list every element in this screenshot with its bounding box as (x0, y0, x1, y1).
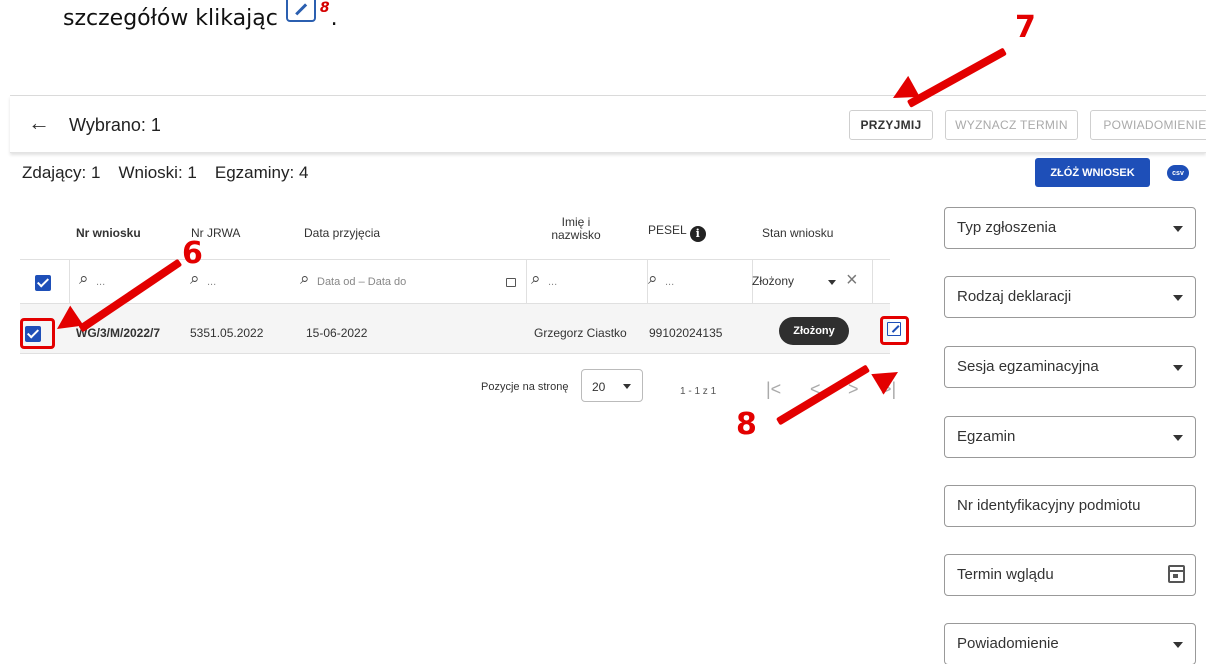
column-divider (69, 259, 70, 304)
header-pesel-label: PESEL (648, 223, 687, 237)
filter-exam-label: Egzamin (957, 428, 1016, 445)
exams-count: Egzaminy: 4 (214, 163, 309, 182)
doc-instruction-text: szczegółów klikając 8 . (63, 0, 338, 44)
selection-title: Wybrano: 1 (69, 115, 161, 135)
doc-text: szczegółów klikając (63, 6, 278, 31)
back-arrow-icon[interactable]: ← (28, 112, 52, 136)
doc-period: . (330, 6, 338, 31)
per-page-value: 20 (592, 380, 606, 394)
app-window: ← Wybrano: 1 PRZYJMIJ WYZNACZ TERMIN POW… (10, 95, 1206, 664)
info-icon[interactable]: i (689, 226, 706, 242)
row-date: 15-06-2022 (306, 326, 368, 340)
row-jrwa: 5351.05.2022 (190, 326, 264, 340)
submit-application-button[interactable]: ZŁÓŻ WNIOSEK (1035, 158, 1150, 187)
filter-entity-id-label: Nr identyfikacyjny podmiotu (957, 497, 1141, 514)
chevron-down-icon (623, 384, 631, 389)
pagination-range: 1 - 1 z 1 (680, 386, 717, 397)
filter-review-date-label: Termin wglądu (957, 566, 1054, 583)
chevron-down-icon (1173, 365, 1183, 371)
chevron-down-icon (1173, 295, 1183, 301)
notify-button[interactable]: POWIADOMIENIE (1090, 110, 1206, 140)
nr-filter-input[interactable]: ... (96, 276, 105, 288)
summary-counts: Zdający: 1 Wnioski: 1 Egzaminy: 4 (22, 163, 308, 183)
first-page-icon[interactable]: |< (766, 379, 781, 400)
filter-type-label: Typ zgłoszenia (957, 219, 1057, 236)
chevron-down-icon[interactable] (828, 280, 836, 285)
header-status[interactable]: Stan wniosku (762, 226, 833, 240)
select-all-checkbox[interactable] (35, 275, 51, 291)
clear-icon[interactable]: × (846, 269, 858, 292)
filter-notification-select[interactable]: Powiadomienie (944, 623, 1196, 664)
accept-button[interactable]: PRZYJMIJ (849, 110, 933, 140)
filter-entity-id-input[interactable]: Nr identyfikacyjny podmiotu (944, 485, 1196, 527)
header-nr[interactable]: Nr wniosku (76, 226, 141, 240)
selection-toolbar: ← Wybrano: 1 PRZYJMIJ WYZNACZ TERMIN POW… (10, 96, 1206, 153)
header-pesel[interactable]: PESEL i (648, 223, 706, 242)
calendar-icon[interactable] (1168, 565, 1185, 583)
filter-type-select[interactable]: Typ zgłoszenia (944, 207, 1196, 249)
step-number-7: 7 (1015, 10, 1036, 45)
chevron-down-icon (1173, 642, 1183, 648)
header-name[interactable]: Imię i nazwisko (536, 216, 616, 242)
doc-superscript: 8 (319, 0, 330, 16)
name-filter-input[interactable]: ... (548, 276, 557, 288)
filter-exam-select[interactable]: Egzamin (944, 416, 1196, 458)
per-page-label: Pozycje na stronę (481, 381, 569, 393)
search-icon: ⌕ (531, 269, 541, 288)
csv-export-icon[interactable]: csv (1167, 165, 1189, 181)
highlight-box (880, 316, 909, 345)
applicants-count: Zdający: 1 (22, 163, 101, 182)
search-icon: ⌕ (648, 269, 658, 288)
per-page-select[interactable]: 20 (581, 369, 643, 402)
step-number-6: 6 (182, 236, 203, 271)
filter-session-select[interactable]: Sesja egzaminacyjna (944, 346, 1196, 388)
jrwa-filter-input[interactable]: ... (207, 276, 216, 288)
row-name: Grzegorz Ciastko (534, 326, 627, 340)
filter-declaration-select[interactable]: Rodzaj deklaracji (944, 276, 1196, 318)
filter-review-date-input[interactable]: Termin wglądu (944, 554, 1196, 596)
search-icon: ⌕ (79, 269, 89, 288)
filter-declaration-label: Rodzaj deklaracji (957, 288, 1072, 305)
highlight-box (20, 318, 55, 349)
calendar-icon[interactable] (506, 278, 516, 287)
applications-count: Wnioski: 1 (118, 163, 197, 182)
pesel-filter-input[interactable]: ... (665, 276, 674, 288)
search-icon: ⌕ (190, 269, 200, 288)
step-number-8: 8 (736, 407, 757, 442)
filter-notification-label: Powiadomienie (957, 635, 1059, 652)
column-divider (526, 259, 527, 304)
header-date[interactable]: Data przyjęcia (304, 226, 380, 240)
edit-icon (285, 0, 316, 22)
chevron-down-icon (1173, 226, 1183, 232)
status-badge: Złożony (779, 317, 849, 345)
date-range-filter-input[interactable]: Data od – Data do (317, 276, 406, 288)
row-pesel: 99102024135 (649, 326, 723, 340)
set-term-button[interactable]: WYZNACZ TERMIN (945, 110, 1078, 140)
filter-session-label: Sesja egzaminacyjna (957, 358, 1099, 375)
chevron-down-icon (1173, 435, 1183, 441)
search-icon: ⌕ (300, 269, 310, 288)
status-filter-select[interactable]: Złożony (752, 274, 794, 288)
column-divider (872, 259, 873, 304)
